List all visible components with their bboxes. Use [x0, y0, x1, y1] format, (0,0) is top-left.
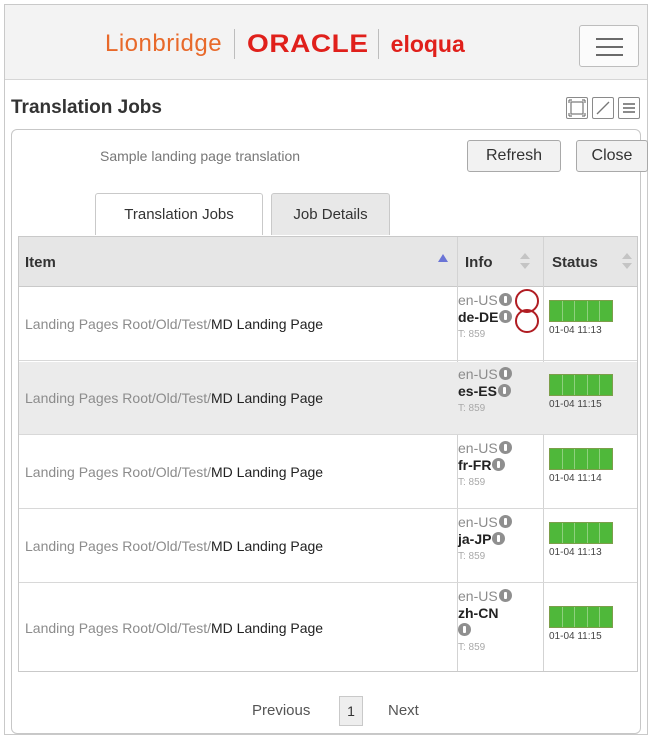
tab-translation-jobs[interactable]: Translation Jobs — [95, 193, 263, 235]
column-header-info[interactable]: Info — [465, 237, 545, 287]
expand-diagonal-icon[interactable] — [592, 97, 614, 119]
info-icon[interactable] — [498, 367, 512, 380]
eloqua-logo: eloqua — [390, 30, 465, 57]
close-button[interactable]: Close — [576, 140, 648, 172]
info-icon[interactable] — [498, 589, 512, 602]
info-cell: en-US zh-CN T: 859 — [458, 588, 538, 656]
info-icon[interactable] — [499, 310, 513, 323]
logo-divider — [377, 29, 379, 59]
next-page-button[interactable]: Next — [388, 702, 419, 719]
pagination: Previous 1 Next — [12, 696, 640, 726]
column-header-item[interactable]: Item — [25, 237, 455, 287]
info-icon[interactable] — [492, 458, 506, 471]
progress-bar — [549, 448, 613, 470]
highlight-circle — [515, 309, 539, 333]
item-cell: Landing Pages Root/Old/Test/MD Landing P… — [25, 538, 324, 554]
info-icon[interactable] — [498, 293, 512, 306]
jobs-table: Item Info Status Landing Pages Root/Old/… — [18, 236, 638, 672]
maximize-icon[interactable] — [566, 97, 588, 119]
info-icon[interactable] — [498, 441, 512, 454]
tab-job-details[interactable]: Job Details — [271, 193, 390, 235]
title-row: Translation Jobs — [5, 81, 647, 127]
previous-page-button[interactable]: Previous — [252, 702, 310, 719]
page-title: Translation Jobs — [11, 97, 162, 118]
table-row[interactable]: Landing Pages Root/Old/Test/MD Landing P… — [19, 436, 637, 509]
info-icon[interactable] — [458, 623, 471, 636]
app-window: Lionbridge ORACLE eloqua Translation Job… — [4, 4, 648, 735]
brand-logos: Lionbridge ORACLE eloqua — [105, 27, 465, 61]
brand-header: Lionbridge ORACLE eloqua — [5, 5, 647, 80]
column-header-status[interactable]: Status — [552, 237, 632, 287]
item-cell: Landing Pages Root/Old/Test/MD Landing P… — [25, 620, 324, 636]
jobs-panel: Sample landing page translation Refresh … — [11, 129, 648, 734]
sort-unsorted-icon[interactable] — [520, 251, 530, 271]
table-row[interactable]: Landing Pages Root/Old/Test/MD Landing P… — [19, 362, 637, 435]
table-row[interactable]: Landing Pages Root/Old/Test/MD Landing P… — [19, 288, 637, 361]
status-time: 01-04 11:15 — [549, 399, 602, 410]
hamburger-menu-icon[interactable] — [579, 25, 639, 67]
refresh-button[interactable]: Refresh — [467, 140, 561, 172]
progress-bar — [549, 606, 613, 628]
info-icon[interactable] — [498, 515, 512, 528]
info-cell: en-US ja-JP T: 859 — [458, 514, 538, 565]
item-cell: Landing Pages Root/Old/Test/MD Landing P… — [25, 390, 324, 406]
oracle-logo: ORACLE — [247, 29, 369, 58]
info-icon[interactable] — [492, 532, 506, 545]
page-number-button[interactable]: 1 — [339, 696, 363, 726]
table-row[interactable]: Landing Pages Root/Old/Test/MD Landing P… — [19, 510, 637, 583]
job-name: Sample landing page translation — [100, 148, 301, 164]
item-cell: Landing Pages Root/Old/Test/MD Landing P… — [25, 464, 324, 480]
item-cell: Landing Pages Root/Old/Test/MD Landing P… — [25, 316, 324, 332]
status-time: 01-04 11:15 — [549, 631, 602, 642]
status-time: 01-04 11:13 — [549, 547, 602, 558]
logo-divider — [234, 29, 236, 59]
info-cell: en-US es-ES T: 859 — [458, 366, 538, 417]
progress-bar — [549, 300, 613, 322]
sort-ascending-icon[interactable] — [438, 254, 448, 262]
status-time: 01-04 11:14 — [549, 473, 602, 484]
table-header: Item Info Status — [19, 237, 637, 287]
info-icon[interactable] — [497, 384, 511, 397]
info-cell: en-US fr-FR T: 859 — [458, 440, 538, 491]
table-row[interactable]: Landing Pages Root/Old/Test/MD Landing P… — [19, 584, 637, 671]
status-time: 01-04 11:13 — [549, 325, 602, 336]
progress-bar — [549, 522, 613, 544]
lionbridge-logo: Lionbridge — [105, 30, 223, 57]
sort-unsorted-icon[interactable] — [622, 251, 632, 271]
list-menu-icon[interactable] — [618, 97, 640, 119]
progress-bar — [549, 374, 613, 396]
